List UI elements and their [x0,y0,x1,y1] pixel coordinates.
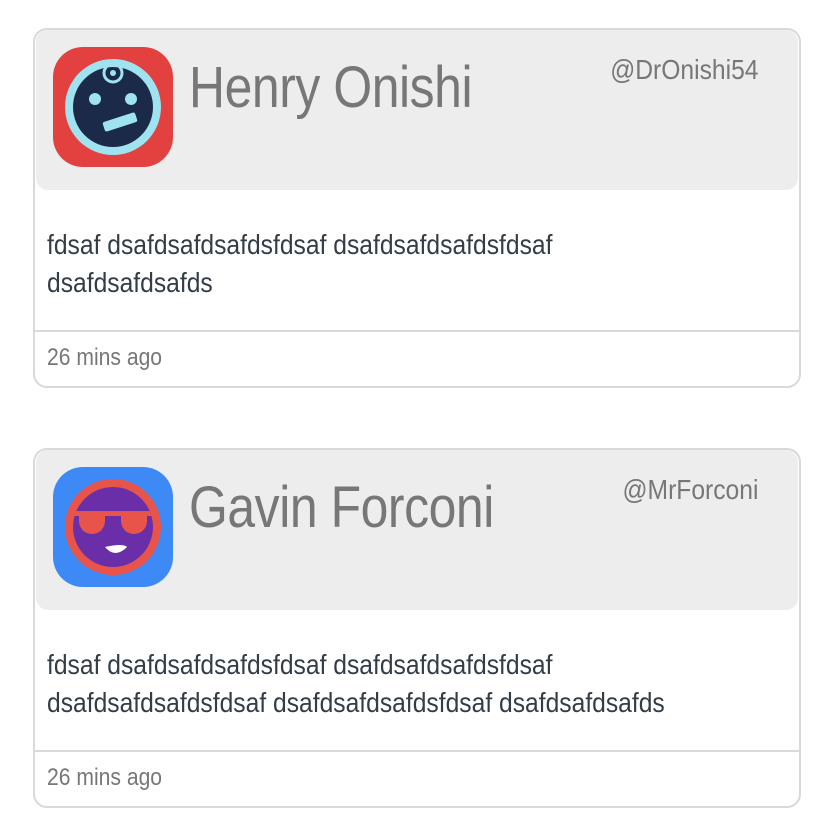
divider [35,750,799,752]
author-name[interactable]: Henry Onishi [189,54,473,121]
tweet-timestamp: 26 mins ago [47,764,163,791]
author-handle[interactable]: @MrForconi [622,474,758,506]
tweet-text: fdsaf dsafdsafdsafdsfdsaf dsafdsafdsafds… [47,229,553,298]
tweet-feed: Henry Onishi @DrOnishi54 fdsaf dsafdsafd… [0,0,830,834]
author-handle[interactable]: @DrOnishi54 [610,54,758,86]
tweet-card[interactable]: Henry Onishi @DrOnishi54 fdsaf dsafdsafd… [33,28,801,388]
author-name[interactable]: Gavin Forconi [189,474,494,541]
robot-face-icon[interactable] [53,47,173,167]
tweet-header: Gavin Forconi @MrForconi [36,450,798,610]
divider [35,330,799,332]
tweet-timestamp: 26 mins ago [47,344,163,371]
tweet-header: Henry Onishi @DrOnishi54 [36,30,798,190]
tweet-text: fdsaf dsafdsafdsafdsfdsaf dsafdsafdsafds… [47,649,665,718]
sunglasses-face-icon[interactable] [53,467,173,587]
tweet-card[interactable]: Gavin Forconi @MrForconi fdsaf dsafdsafd… [33,448,801,808]
